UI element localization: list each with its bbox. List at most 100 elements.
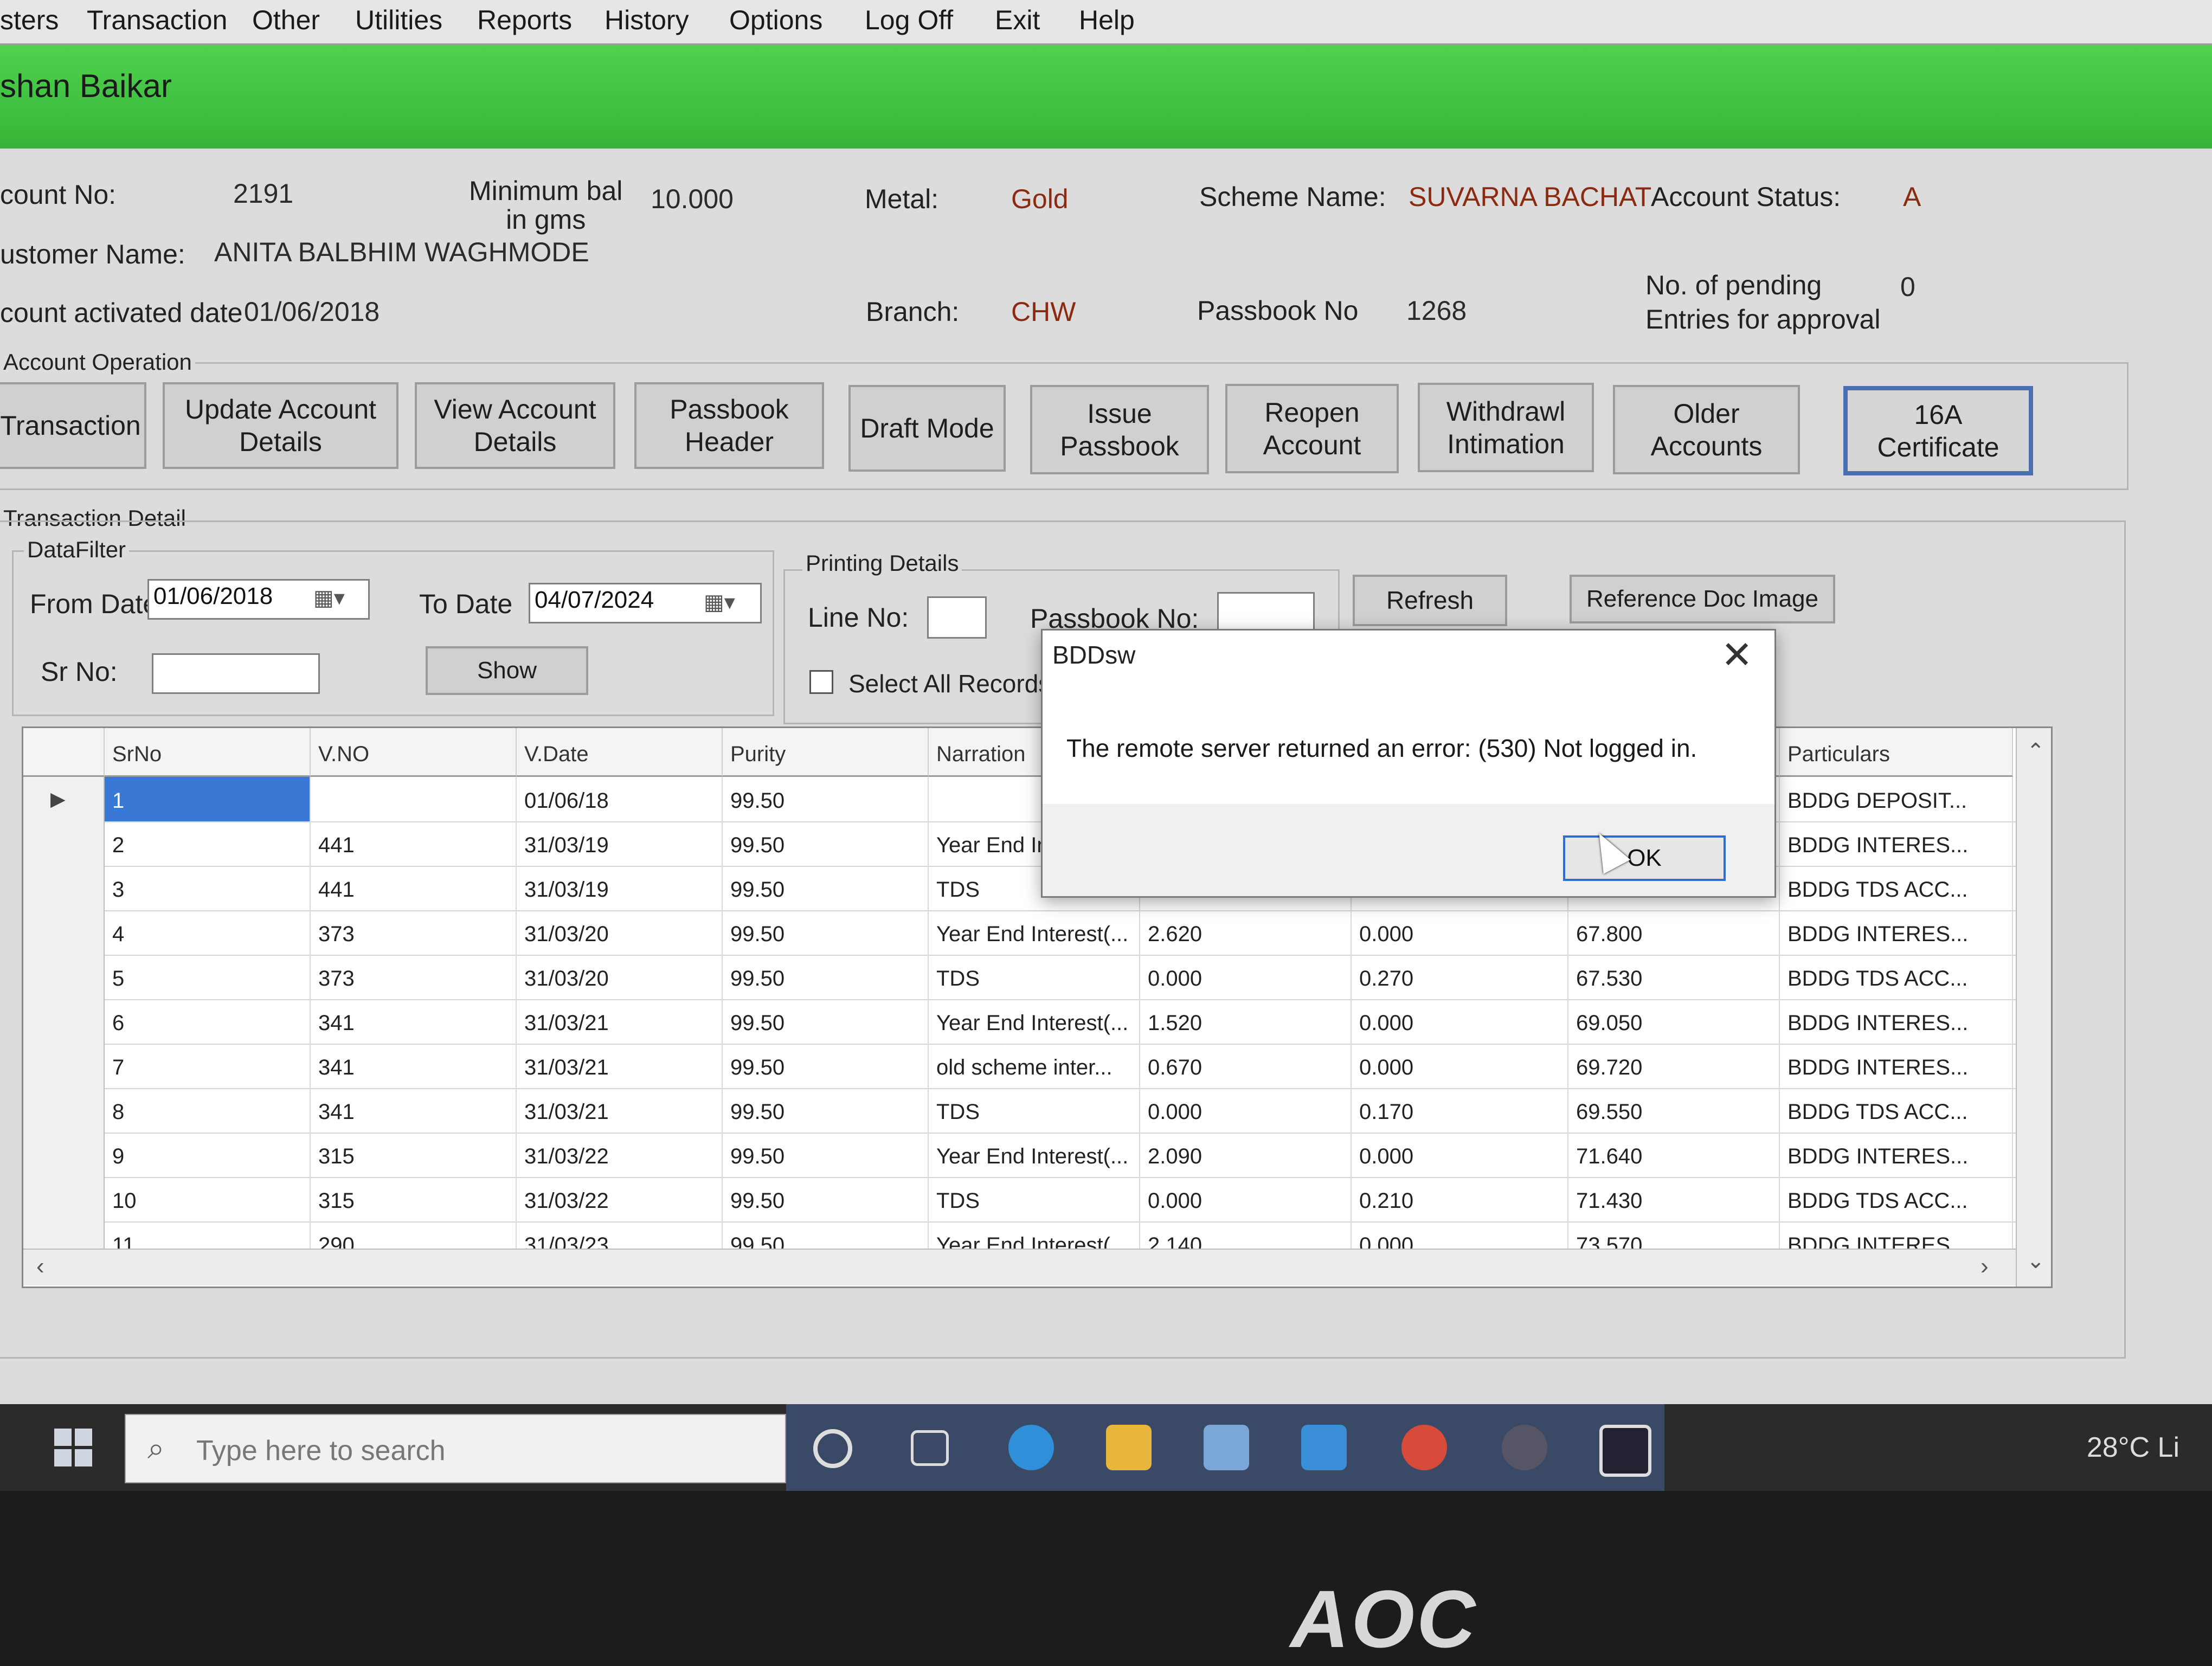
cell-purity[interactable]: 99.50 <box>723 1044 929 1088</box>
grid-horizontal-scrollbar[interactable]: ‹ › <box>23 1249 2016 1285</box>
cell-vdate[interactable]: 31/03/21 <box>517 1088 723 1133</box>
cell-debit[interactable]: 0.000 <box>1352 1133 1568 1177</box>
scroll-left-icon[interactable]: ‹ <box>36 1253 44 1280</box>
cell-credit[interactable]: 0.000 <box>1140 1088 1352 1133</box>
row-header[interactable] <box>23 955 105 999</box>
cell-debit[interactable]: 0.170 <box>1352 1088 1568 1133</box>
cell-vdate[interactable]: 31/03/22 <box>517 1177 723 1221</box>
store-icon[interactable] <box>1204 1425 1249 1470</box>
menu-options[interactable]: Options <box>729 4 822 36</box>
menu-other[interactable]: Other <box>252 4 320 36</box>
table-row[interactable]: 8 341 31/03/21 99.50 TDS 0.000 0.170 69.550 BDDG… <box>23 1088 2051 1134</box>
to-date-calendar-icon[interactable]: ▦▾ <box>704 590 735 615</box>
cell-vdate[interactable]: 31/03/21 <box>517 1044 723 1088</box>
cortana-icon[interactable] <box>813 1429 852 1468</box>
cell-purity[interactable]: 99.50 <box>723 955 929 999</box>
bddsw-app-icon[interactable] <box>1599 1425 1651 1477</box>
edge-icon[interactable] <box>1008 1425 1054 1470</box>
cell-credit[interactable]: 0.000 <box>1140 955 1352 999</box>
scroll-right-icon[interactable]: › <box>1980 1253 1989 1280</box>
windows-start-icon[interactable] <box>54 1429 92 1466</box>
cell-purity[interactable]: 99.50 <box>723 910 929 955</box>
reopen-account-button[interactable]: Reopen Account <box>1225 384 1399 473</box>
cell-purity[interactable]: 99.50 <box>723 777 929 821</box>
cell-vdate[interactable]: 31/03/19 <box>517 821 723 866</box>
cell-particulars[interactable]: BDDG INTERES... <box>1780 1044 2013 1088</box>
row-header[interactable] <box>23 1177 105 1221</box>
line-no-input[interactable] <box>927 596 987 639</box>
col-vno[interactable]: V.NO <box>311 728 517 777</box>
cell-narration[interactable]: Year End Interest(... <box>929 999 1140 1044</box>
cell-narration[interactable]: TDS <box>929 955 1140 999</box>
cell-credit[interactable]: 2.090 <box>1140 1133 1352 1177</box>
cell-vdate[interactable]: 01/06/18 <box>517 777 723 821</box>
row-header[interactable] <box>23 1044 105 1088</box>
cell-srno[interactable]: 3 <box>105 866 311 910</box>
cell-narration[interactable]: TDS <box>929 1088 1140 1133</box>
cell-balance[interactable]: 69.720 <box>1568 1044 1780 1088</box>
cell-vno[interactable]: 341 <box>311 999 517 1044</box>
draft-mode-button[interactable]: Draft Mode <box>848 385 1006 472</box>
passbook-header-button[interactable]: Passbook Header <box>634 382 824 469</box>
cell-narration[interactable]: Year End Interest(... <box>929 910 1140 955</box>
menu-utilities[interactable]: Utilities <box>355 4 442 36</box>
grid-vertical-scrollbar[interactable]: ⌃ ⌄ <box>2016 728 2051 1287</box>
cell-debit[interactable]: 0.000 <box>1352 999 1568 1044</box>
older-accounts-button[interactable]: Older Accounts <box>1613 385 1800 474</box>
table-row[interactable]: 5 373 31/03/20 99.50 TDS 0.000 0.270 67.530 BDDG… <box>23 955 2051 1000</box>
cell-particulars[interactable]: BDDG DEPOSIT... <box>1780 777 2013 821</box>
cell-purity[interactable]: 99.50 <box>723 1177 929 1221</box>
task-view-icon[interactable] <box>911 1430 949 1466</box>
cell-vno[interactable]: 341 <box>311 1044 517 1088</box>
cell-balance[interactable]: 67.530 <box>1568 955 1780 999</box>
transaction-button[interactable]: Transaction <box>0 382 146 469</box>
menu-history[interactable]: History <box>605 4 689 36</box>
cell-debit[interactable]: 0.270 <box>1352 955 1568 999</box>
show-button[interactable]: Show <box>426 646 588 695</box>
cell-vdate[interactable]: 31/03/22 <box>517 1133 723 1177</box>
cell-purity[interactable]: 99.50 <box>723 866 929 910</box>
cell-srno[interactable]: 7 <box>105 1044 311 1088</box>
cell-vdate[interactable]: 31/03/19 <box>517 866 723 910</box>
cell-particulars[interactable]: BDDG INTERES... <box>1780 999 2013 1044</box>
cell-particulars[interactable]: BDDG INTERES... <box>1780 910 2013 955</box>
reference-doc-image-button[interactable]: Reference Doc Image <box>1570 575 1835 623</box>
cell-debit[interactable]: 0.000 <box>1352 910 1568 955</box>
cell-debit[interactable]: 0.210 <box>1352 1177 1568 1221</box>
cell-vdate[interactable]: 31/03/21 <box>517 999 723 1044</box>
withdrawl-intimation-button[interactable]: Withdrawl Intimation <box>1418 383 1594 472</box>
cell-srno[interactable]: 2 <box>105 821 311 866</box>
cell-vno[interactable]: 441 <box>311 866 517 910</box>
taskbar-search-box[interactable]: ⌕ Type here to search <box>125 1414 786 1483</box>
col-particulars[interactable]: Particulars <box>1780 728 2013 777</box>
weather-text[interactable]: 28°C Li <box>2087 1431 2179 1464</box>
cell-particulars[interactable]: BDDG INTERES... <box>1780 821 2013 866</box>
cell-srno[interactable]: 8 <box>105 1088 311 1133</box>
col-vdate[interactable]: V.Date <box>517 728 723 777</box>
cell-balance[interactable]: 71.430 <box>1568 1177 1780 1221</box>
cell-credit[interactable]: 0.000 <box>1140 1177 1352 1221</box>
table-row[interactable]: 9 315 31/03/22 99.50 Year End Interest(... 2.… <box>23 1133 2051 1178</box>
cell-particulars[interactable]: BDDG TDS ACC... <box>1780 1088 2013 1133</box>
row-header[interactable] <box>23 866 105 910</box>
row-header[interactable]: ▶ <box>23 777 105 821</box>
row-header[interactable] <box>23 1088 105 1133</box>
row-header[interactable] <box>23 999 105 1044</box>
col-purity[interactable]: Purity <box>723 728 929 777</box>
cell-balance[interactable]: 71.640 <box>1568 1133 1780 1177</box>
select-all-checkbox[interactable] <box>809 670 833 694</box>
cell-vno[interactable]: 341 <box>311 1088 517 1133</box>
cell-purity[interactable]: 99.50 <box>723 1088 929 1133</box>
col-srno[interactable]: SrNo <box>105 728 311 777</box>
cell-vno[interactable]: 373 <box>311 910 517 955</box>
cell-purity[interactable]: 99.50 <box>723 1133 929 1177</box>
menu-reports[interactable]: Reports <box>477 4 572 36</box>
cell-srno[interactable]: 5 <box>105 955 311 999</box>
srno-input[interactable] <box>152 653 320 694</box>
menu-help[interactable]: Help <box>1079 4 1135 36</box>
menu-masters[interactable]: sters <box>0 4 59 36</box>
menu-exit[interactable]: Exit <box>995 4 1040 36</box>
cell-balance[interactable]: 69.550 <box>1568 1088 1780 1133</box>
view-account-details-button[interactable]: View Account Details <box>415 382 615 469</box>
cell-srno[interactable]: 1 <box>105 777 311 821</box>
